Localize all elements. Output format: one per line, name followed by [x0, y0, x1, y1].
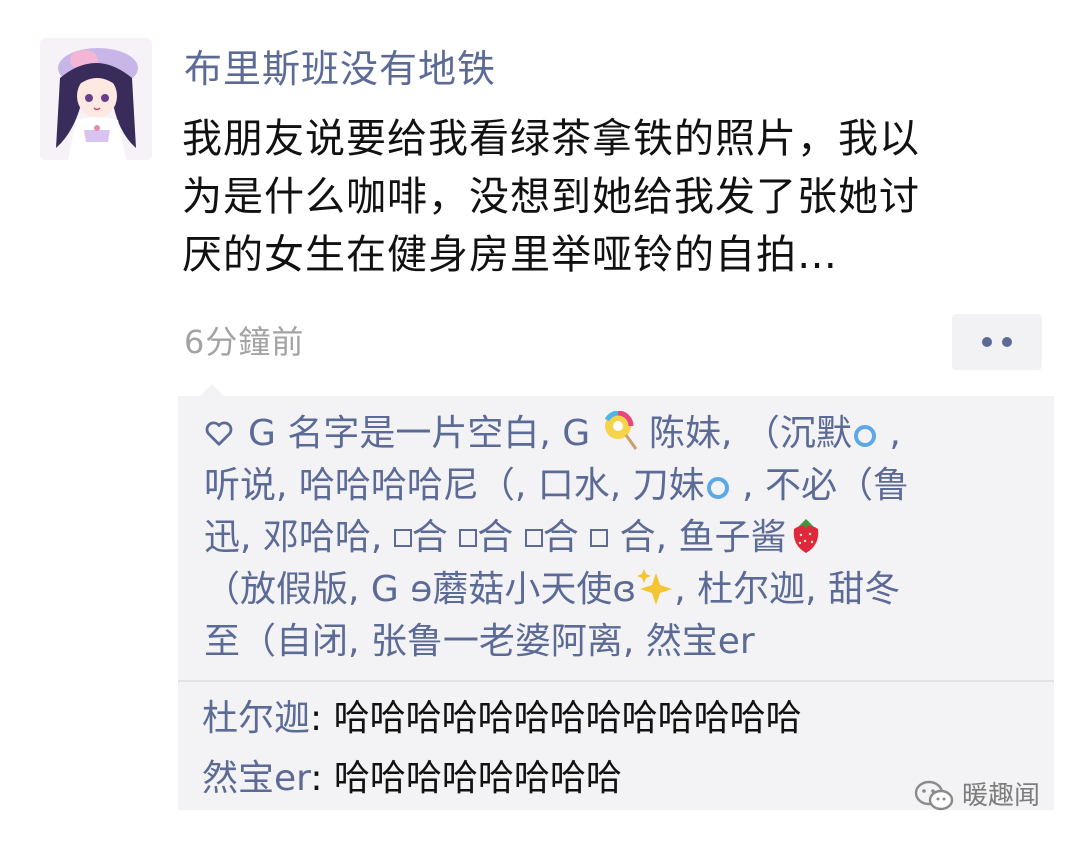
post-content-line: 厌的女生在健身房里举哑铃的自拍…: [182, 232, 838, 278]
likes-line: 听说, 哈哈哈哈尼（, 口水, 刀妹 , 不必（鲁: [204, 460, 1044, 512]
liker-names[interactable]: 合: [477, 517, 524, 558]
likes-line[interactable]: 至（自闭, 张鲁一老婆阿离, 然宝er: [204, 616, 1044, 668]
liker-names[interactable]: , 杜尔迦, 甜冬: [674, 569, 900, 610]
missing-glyph-icon: [393, 529, 412, 547]
liker-names[interactable]: G 名字是一片空白, G: [248, 413, 590, 454]
liker-names[interactable]: , 不必（鲁: [731, 465, 909, 506]
post-timestamp: 6分鐘前: [184, 323, 305, 361]
liker-names[interactable]: 合: [543, 517, 590, 558]
comment-item[interactable]: 然宝er: 哈哈哈哈哈哈哈哈: [202, 754, 622, 804]
missing-glyph-icon: [459, 529, 478, 547]
more-actions-button[interactable]: [952, 314, 1042, 370]
likes-line: G 名字是一片空白, G 陈妹, （沉默 ,: [204, 408, 1044, 460]
comment-text: 哈哈哈哈哈哈哈哈: [333, 758, 622, 799]
likes-comments-divider: [178, 680, 1054, 682]
lollipop-icon: [604, 411, 637, 450]
likes-line: （放假版, G ɘ蘑菇小天使ɞ , 杜尔迦, 甜冬: [204, 564, 1044, 616]
comment-separator: :: [310, 758, 334, 799]
post-content-line: 为是什么咖啡，没想到她给我发了张她讨: [182, 174, 920, 220]
more-dots-icon: [1002, 337, 1012, 347]
anime-girl-avatar-image: [40, 38, 152, 160]
comment-separator: :: [310, 698, 334, 739]
avatar[interactable]: [40, 38, 152, 160]
strawberry-icon: [794, 519, 819, 553]
post-username[interactable]: 布里斯班没有地铁: [184, 42, 496, 96]
missing-glyph-icon: [524, 529, 543, 547]
comment-text: 哈哈哈哈哈哈哈哈哈哈哈哈哈: [333, 698, 802, 739]
liker-names[interactable]: 听说, 哈哈哈哈尼（, 口水, 刀妹: [204, 465, 705, 506]
comment-item[interactable]: 杜尔迦: 哈哈哈哈哈哈哈哈哈哈哈哈哈: [202, 694, 802, 744]
liker-names[interactable]: 合, 鱼子酱: [608, 517, 787, 558]
liker-names[interactable]: 陈妹, （沉默: [638, 413, 852, 454]
watermark-label: 暖趣闻: [962, 781, 1041, 811]
watermark: 暖趣闻: [914, 776, 1040, 816]
more-dots-icon: [982, 337, 992, 347]
sparkles-icon: [637, 569, 673, 605]
liker-names: ,: [877, 413, 901, 454]
wechat-icon: [914, 780, 954, 811]
ring-icon: [706, 477, 729, 499]
interaction-box-caret: [200, 384, 224, 396]
liker-names[interactable]: 合: [412, 517, 459, 558]
missing-glyph-icon: [590, 529, 609, 547]
ring-icon: [853, 425, 876, 447]
liker-names[interactable]: （放假版, G ɘ蘑菇小天使ɞ: [204, 569, 636, 610]
moment-post: 布里斯班没有地铁 我朋友说要给我看绿茶拿铁的照片，我以 为是什么咖啡，没想到她给…: [0, 0, 1080, 844]
likes-list: G 名字是一片空白, G 陈妹, （沉默 , 听说, 哈哈哈哈尼（, 口水, 刀…: [204, 408, 1044, 668]
comment-author[interactable]: 然宝er: [202, 758, 310, 799]
post-content: 我朋友说要给我看绿茶拿铁的照片，我以 为是什么咖啡，没想到她给我发了张她讨 厌的…: [182, 110, 1052, 284]
liker-names[interactable]: 迅, 邓哈哈,: [204, 517, 394, 558]
post-content-line: 我朋友说要给我看绿茶拿铁的照片，我以: [182, 116, 920, 162]
comment-author[interactable]: 杜尔迦: [202, 698, 310, 739]
likes-line: 迅, 邓哈哈, 合 合 合 合, 鱼子酱: [204, 512, 1044, 564]
heart-icon: [205, 421, 233, 446]
